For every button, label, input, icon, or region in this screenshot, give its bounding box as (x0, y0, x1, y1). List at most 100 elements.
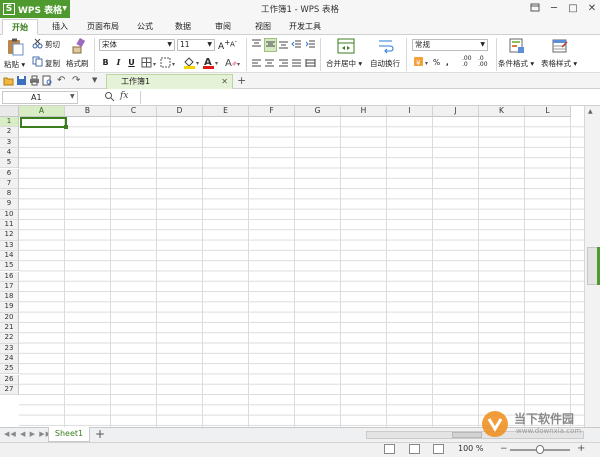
row-header-8[interactable]: 8 (0, 189, 19, 200)
scissors-icon[interactable] (32, 38, 43, 51)
tab-view[interactable]: 视图 (248, 19, 278, 35)
font-name-select[interactable]: 宋体 ▼ (99, 39, 175, 51)
page-break-view-icon[interactable] (433, 444, 444, 454)
column-header-c[interactable]: C (111, 106, 157, 117)
column-header-f[interactable]: F (249, 106, 295, 117)
row-header-14[interactable]: 14 (0, 250, 19, 262)
row-header-16[interactable]: 16 (0, 271, 19, 282)
row-header-19[interactable]: 19 (0, 302, 19, 313)
row-header-1[interactable]: 1 (0, 117, 19, 128)
table-style-icon[interactable] (552, 38, 568, 56)
thousands-separator-button[interactable]: , (446, 58, 449, 67)
formula-input[interactable] (140, 91, 580, 104)
row-header-15[interactable]: 15 (0, 261, 19, 272)
currency-icon[interactable]: ¥ ▾ (413, 56, 431, 70)
decrease-decimal-button[interactable]: .0.00 (478, 56, 488, 68)
tab-page-layout[interactable]: 页面布局 (82, 19, 124, 35)
open-folder-icon[interactable] (3, 75, 14, 88)
row-header-7[interactable]: 7 (0, 178, 19, 190)
borders-icon[interactable]: ▾ (141, 57, 159, 70)
row-header-5[interactable]: 5 (0, 158, 19, 169)
align-center-icon[interactable] (264, 58, 275, 70)
underline-button[interactable]: U (126, 57, 137, 68)
row-header-17[interactable]: 17 (0, 281, 19, 293)
row-header-23[interactable]: 23 (0, 343, 19, 354)
column-header-l[interactable]: L (525, 106, 571, 117)
add-sheet-icon[interactable]: + (95, 427, 105, 441)
active-cell[interactable] (20, 117, 68, 129)
align-bottom-icon[interactable] (278, 39, 289, 51)
name-box-dropdown-icon[interactable]: ▼ (70, 93, 75, 100)
paste-icon[interactable] (5, 38, 25, 58)
row-header-25[interactable]: 25 (0, 364, 19, 375)
maximize-icon[interactable]: □ (566, 2, 580, 16)
tab-review[interactable]: 审阅 (206, 19, 240, 35)
insert-function-button[interactable]: fx (120, 91, 128, 101)
document-tab[interactable]: 工作簿1 ✕ (106, 74, 233, 89)
new-document-icon[interactable]: + (237, 74, 246, 87)
horizontal-scroll-thumb[interactable] (452, 432, 482, 438)
row-header-18[interactable]: 18 (0, 292, 19, 303)
minimize-icon[interactable]: ─ (547, 2, 561, 16)
column-header-d[interactable]: D (157, 106, 203, 117)
row-header-22[interactable]: 22 (0, 333, 19, 344)
justify-icon[interactable] (291, 58, 302, 70)
column-header-h[interactable]: H (341, 106, 387, 117)
conditional-format-button[interactable]: 条件格式 ▾ (498, 58, 534, 69)
row-header-26[interactable]: 26 (0, 374, 19, 385)
distributed-align-icon[interactable] (305, 58, 316, 70)
row-header-20[interactable]: 20 (0, 312, 19, 323)
customize-toolbar-icon[interactable]: ▼ (92, 76, 97, 84)
column-header-e[interactable]: E (203, 106, 249, 117)
scroll-up-icon[interactable]: ▲ (588, 108, 593, 115)
font-color-icon[interactable]: A ▾ (202, 56, 220, 71)
bold-button[interactable]: B (100, 57, 111, 68)
paste-button[interactable]: 粘贴 ▾ (4, 59, 25, 70)
row-header-10[interactable]: 10 (0, 209, 19, 220)
indent-decrease-icon[interactable] (291, 39, 302, 51)
close-document-icon[interactable]: ✕ (221, 75, 228, 89)
decrease-font-icon[interactable]: A- (230, 39, 237, 48)
skin-icon[interactable] (528, 2, 542, 16)
row-header-2[interactable]: 2 (0, 127, 19, 138)
row-header-11[interactable]: 11 (0, 220, 19, 231)
normal-view-icon[interactable] (384, 444, 395, 454)
tab-home[interactable]: 开始 (2, 19, 38, 35)
percent-button[interactable]: % (433, 58, 440, 67)
column-header-b[interactable]: B (65, 106, 111, 117)
column-header-g[interactable]: G (295, 106, 341, 117)
cell-style-icon[interactable]: ▾ (160, 57, 178, 70)
print-icon[interactable] (29, 75, 40, 88)
merge-center-button[interactable]: 合并居中 ▾ (326, 58, 362, 69)
save-icon[interactable] (16, 75, 27, 88)
format-painter-icon[interactable] (70, 37, 86, 56)
table-style-button[interactable]: 表格样式 ▾ (541, 58, 577, 69)
row-header-6[interactable]: 6 (0, 168, 19, 179)
column-header-a[interactable]: A (19, 106, 65, 117)
conditional-format-icon[interactable] (509, 38, 525, 56)
sheet-nav-icons[interactable]: ◀◀ ◀ ▶ ▶▶ (4, 430, 52, 438)
align-top-icon[interactable] (251, 39, 262, 51)
copy-button[interactable]: 复制 (45, 58, 60, 69)
row-header-3[interactable]: 3 (0, 137, 19, 148)
increase-font-icon[interactable]: A+ (218, 38, 230, 52)
cut-button[interactable]: 剪切 (45, 39, 60, 50)
clear-format-icon[interactable]: A ▾ (224, 56, 242, 71)
row-header-21[interactable]: 21 (0, 323, 19, 334)
tab-insert[interactable]: 插入 (44, 19, 76, 35)
row-header-4[interactable]: 4 (0, 147, 19, 159)
close-icon[interactable]: ✕ (585, 2, 599, 16)
row-header-13[interactable]: 13 (0, 240, 19, 251)
align-right-icon[interactable] (278, 58, 289, 70)
align-middle-icon[interactable] (264, 38, 277, 52)
zoom-slider-knob[interactable] (536, 445, 544, 454)
tab-developer[interactable]: 开发工具 (284, 19, 326, 35)
indent-increase-icon[interactable] (305, 39, 316, 51)
align-left-icon[interactable] (251, 58, 262, 70)
column-header-i[interactable]: I (387, 106, 433, 117)
copy-icon[interactable] (32, 56, 43, 69)
redo-icon[interactable]: ↷ (72, 75, 80, 86)
print-preview-icon[interactable] (42, 75, 53, 88)
zoom-lookup-icon[interactable] (104, 91, 115, 104)
increase-decimal-button[interactable]: .00.0 (462, 56, 472, 68)
